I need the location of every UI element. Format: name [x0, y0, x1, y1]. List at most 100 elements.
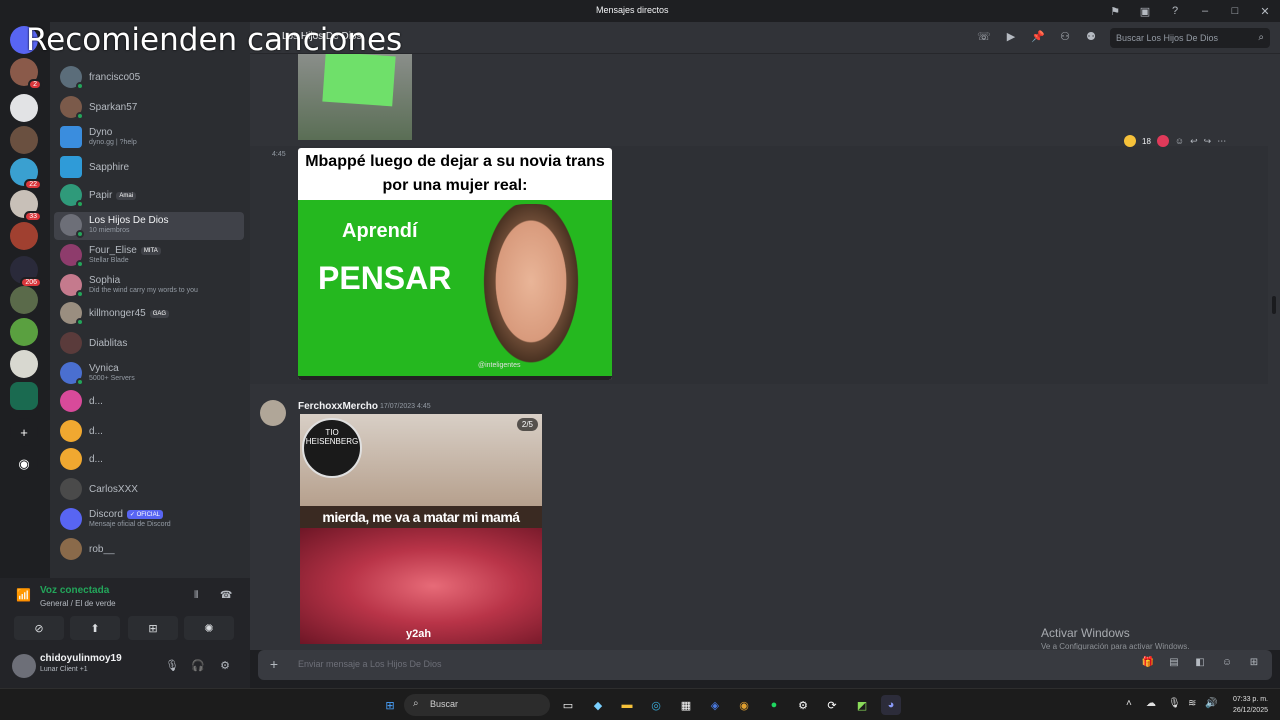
dm-item[interactable]: rob__ [54, 536, 244, 564]
avatar[interactable] [260, 400, 286, 426]
reaction-count[interactable]: 18 [1142, 137, 1151, 146]
meme-image[interactable]: Mbappé luego de dejar a su novia trans p… [298, 148, 612, 380]
microphone-icon[interactable]: 🎙 [162, 656, 182, 676]
discord-taskbar-icon[interactable]: ◕ [881, 695, 901, 715]
dm-item[interactable]: d... [54, 388, 244, 416]
settings-gear-icon[interactable]: ⚙ [215, 656, 235, 676]
minecraft-icon[interactable]: ◩ [852, 695, 872, 715]
avatar[interactable] [12, 654, 36, 678]
server-icon[interactable] [10, 318, 38, 346]
pin-icon[interactable]: 📌 [1030, 30, 1046, 46]
add-friends-icon[interactable]: ⚇ [1057, 30, 1073, 46]
activities-button[interactable]: ⊞ [128, 616, 178, 640]
search-input[interactable]: Buscar Los Hijos De Dios ⌕ [1110, 28, 1270, 48]
inbox-icon[interactable]: ▣ [1130, 0, 1160, 22]
more-options-icon[interactable]: ⋯ [1217, 136, 1226, 147]
gif-icon[interactable]: ▤ [1166, 657, 1182, 673]
message-image[interactable] [298, 54, 412, 140]
dm-item[interactable]: Sophia Did the wind carry my words to you [54, 272, 244, 300]
windows-taskbar: ⊞ ⌕ Buscar ▭ ◆ ▬ ◎ ▦ ◈ ◉ ● ⚙ ⟳ ◩ ◕ ˄ ☁ 🎙… [0, 688, 1280, 720]
apps-icon[interactable]: ⊞ [1246, 657, 1262, 673]
disconnect-icon[interactable]: ☎ [220, 590, 232, 601]
server-icon[interactable]: 33 [10, 190, 42, 222]
task-view-icon[interactable]: ▭ [558, 695, 578, 715]
server-icon[interactable] [10, 126, 38, 154]
dm-item[interactable]: Diablitas [54, 330, 244, 358]
maximize-button[interactable]: □ [1220, 0, 1250, 22]
dm-item[interactable]: d... [54, 418, 244, 446]
chrome-icon[interactable]: ◉ [734, 695, 754, 715]
meme-image[interactable]: TIO HEISENBERG 2/5 mierda, me va a matar… [300, 414, 542, 644]
add-server-icon[interactable]: + [10, 418, 38, 446]
headphones-icon[interactable]: 🎧 [188, 656, 208, 676]
forward-icon[interactable]: ↪ [1204, 136, 1212, 147]
dm-item[interactable]: Sapphire [54, 154, 244, 182]
server-icon[interactable]: 2 [10, 58, 42, 90]
meme-watermark: @inteligentes [478, 362, 521, 369]
dm-item[interactable]: Four_Elise MITA Stellar Blade [54, 242, 244, 270]
dm-item[interactable]: Sparkan57 [54, 94, 244, 122]
voice-connected-panel: 📶 Voz conectada General / El de verde ⦀ … [0, 578, 250, 648]
windows-start-icon[interactable]: ⊞ [380, 695, 400, 715]
dm-item[interactable]: francisco05 [54, 64, 244, 92]
app-icon[interactable]: ◈ [705, 695, 725, 715]
message-composer[interactable]: + Enviar mensaje a Los Hijos De Dios 🎁 ▤… [258, 650, 1272, 680]
dm-item[interactable]: killmonger45 GAG [54, 300, 244, 328]
server-icon[interactable] [10, 286, 38, 314]
system-clock[interactable]: 07:33 p. m. 26/12/2025 [1222, 694, 1268, 716]
gift-icon[interactable]: 🎁 [1140, 657, 1156, 673]
server-icon[interactable]: 206 [10, 256, 42, 288]
soundboard-button[interactable]: ✺ [184, 616, 234, 640]
camera-off-button[interactable]: ⊘ [14, 616, 64, 640]
server-icon[interactable] [10, 382, 38, 410]
server-icon[interactable] [10, 222, 38, 250]
reaction-emoji-icon[interactable] [1156, 135, 1169, 147]
wifi-icon[interactable]: ≋ [1188, 698, 1196, 709]
emoji-icon[interactable]: ☺ [1219, 657, 1235, 673]
members-icon[interactable]: ⚉ [1083, 30, 1099, 46]
flag-icon[interactable]: ⚑ [1100, 0, 1130, 22]
reply-icon[interactable]: ↩ [1190, 136, 1198, 147]
minimize-button[interactable]: – [1190, 0, 1220, 22]
dm-item-los-hijos-de-dios[interactable]: Los Hijos De Dios 10 miembros [54, 212, 244, 240]
chevron-up-icon[interactable]: ˄ [1126, 698, 1132, 709]
volume-icon[interactable]: 🔊 [1205, 698, 1217, 709]
share-screen-button[interactable]: ⬆ [70, 616, 120, 640]
explore-servers-icon[interactable]: ◉ [10, 450, 38, 478]
add-reaction-icon[interactable]: ☺ [1175, 136, 1184, 146]
video-call-icon[interactable]: ▶ [1003, 30, 1019, 46]
taskbar-search[interactable]: ⌕ Buscar [404, 694, 550, 716]
message-timestamp: 4:45 [272, 151, 286, 158]
edge-icon[interactable]: ◎ [646, 695, 666, 715]
noise-suppression-icon[interactable]: ⦀ [194, 590, 198, 601]
mic-tray-icon[interactable]: 🎙 [1168, 698, 1181, 709]
sign-drawing [322, 54, 396, 107]
message-author[interactable]: FerchoxxMercho [298, 401, 378, 412]
store-icon[interactable]: ▦ [676, 695, 696, 715]
spotify-icon[interactable]: ● [764, 695, 784, 715]
laugh-emoji-icon[interactable] [1124, 135, 1136, 147]
dm-item[interactable]: Vynica 5000+ Servers [54, 360, 244, 388]
voice-channel[interactable]: General / El de verde [40, 599, 116, 608]
close-button[interactable]: ✕ [1250, 0, 1280, 22]
dm-item[interactable]: d... [54, 446, 244, 474]
server-icon[interactable] [10, 94, 38, 122]
sticker-icon[interactable]: ◧ [1192, 657, 1208, 673]
dm-item[interactable]: Discord ✓ OFICIAL Mensaje oficial de Disco… [54, 506, 244, 534]
dm-item[interactable]: Papir Amai [54, 182, 244, 210]
widgets-icon[interactable]: ◆ [588, 695, 608, 715]
app-icon[interactable]: ⟳ [822, 695, 842, 715]
voice-call-icon[interactable]: ☏ [976, 30, 992, 46]
message-input[interactable]: Enviar mensaje a Los Hijos De Dios [298, 659, 442, 669]
file-explorer-icon[interactable]: ▬ [617, 695, 637, 715]
network-icon[interactable]: ☁ [1146, 698, 1156, 709]
scrollbar-thumb[interactable] [1272, 296, 1276, 314]
steam-icon[interactable]: ⚙ [793, 695, 813, 715]
gallery-counter: 2/5 [516, 418, 538, 431]
server-icon[interactable] [10, 350, 38, 378]
dm-item[interactable]: CarlosXXX [54, 476, 244, 504]
dm-item[interactable]: Dyno dyno.gg | ?help [54, 124, 244, 152]
help-icon[interactable]: ? [1160, 0, 1190, 22]
attach-plus-icon[interactable]: + [266, 656, 282, 672]
server-icon[interactable]: 22 [10, 158, 42, 190]
